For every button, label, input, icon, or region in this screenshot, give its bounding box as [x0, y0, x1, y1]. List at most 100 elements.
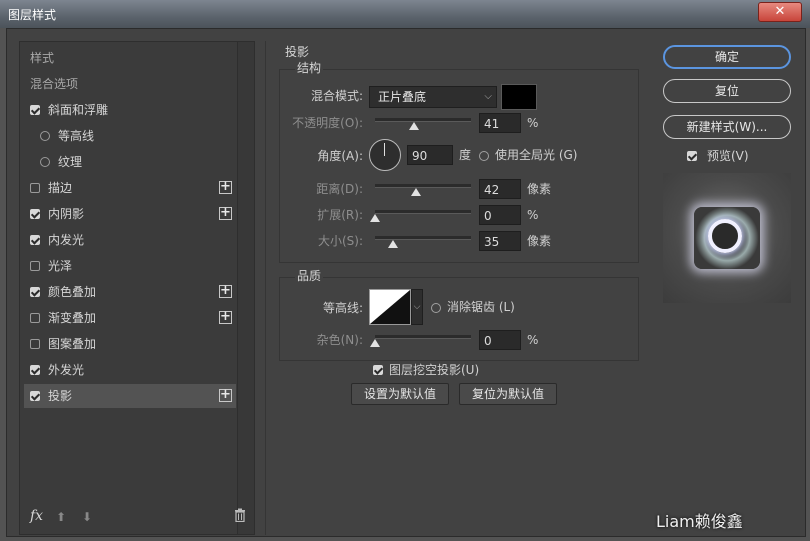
fx-icon[interactable]: fx [30, 508, 43, 524]
preview-thumbnail [694, 207, 760, 269]
checkbox-satin[interactable] [30, 261, 40, 271]
style-item-gradient-overlay[interactable]: 渐变叠加 + [24, 306, 236, 330]
new-style-button[interactable]: 新建样式(W)... [663, 115, 791, 139]
close-icon: ✕ [774, 4, 786, 19]
style-item-drop-shadow[interactable]: 投影 + [24, 384, 236, 408]
add-inner-shadow-icon[interactable]: + [219, 206, 232, 220]
knockout-checkbox[interactable] [373, 365, 383, 375]
add-drop-shadow-icon[interactable]: + [219, 388, 232, 402]
chevron-down-icon: ⌵ [484, 91, 492, 102]
style-item-stroke[interactable]: 描边 + [24, 176, 236, 200]
checkbox-outer-glow[interactable] [30, 365, 40, 375]
style-item-label: 描边 [48, 181, 73, 195]
checkbox-color-overlay[interactable] [30, 287, 40, 297]
angle-input[interactable]: 90 [407, 145, 453, 165]
trash-icon[interactable] [234, 508, 246, 522]
global-light-label[interactable]: 使用全局光 (G) [495, 144, 577, 166]
style-item-label: 颜色叠加 [48, 285, 97, 299]
style-item-label: 内发光 [48, 233, 85, 247]
contour-label: 等高线: [322, 301, 363, 315]
style-item-satin[interactable]: 光泽 [24, 254, 236, 278]
style-item-outer-glow[interactable]: 外发光 [24, 358, 236, 382]
style-item-label: 纹理 [58, 155, 83, 169]
global-light-checkbox[interactable] [479, 151, 489, 161]
contour-curve-icon [370, 290, 410, 324]
panel-title: 投影 [285, 45, 310, 59]
spread-slider[interactable] [375, 210, 471, 214]
quality-title: 品质 [295, 267, 324, 284]
style-item-label: 斜面和浮雕 [48, 103, 109, 117]
styles-scrollbar[interactable] [237, 42, 254, 534]
size-slider-thumb[interactable] [388, 240, 398, 248]
antialias-label[interactable]: 消除锯齿 (L) [447, 296, 515, 318]
antialias-checkbox[interactable] [431, 303, 441, 313]
checkbox-drop-shadow[interactable] [30, 391, 40, 401]
opacity-input[interactable]: 41 [479, 113, 521, 133]
spread-label: 扩展(R): [317, 208, 363, 222]
noise-slider[interactable] [375, 335, 471, 339]
opacity-slider-thumb[interactable] [409, 122, 420, 130]
opacity-unit: % [527, 116, 539, 130]
structure-title: 结构 [295, 59, 324, 76]
noise-unit: % [527, 333, 539, 347]
move-up-icon[interactable]: ⬆ [56, 510, 66, 524]
style-item-pattern-overlay[interactable]: 图案叠加 [24, 332, 236, 356]
reset-default-button[interactable]: 复位为默认值 [459, 383, 557, 405]
styles-list: 样式 混合选项 斜面和浮雕 等高线 纹理 描边 + 内阴影 + 内发光 光泽 颜… [19, 41, 255, 535]
checkbox-contour[interactable] [40, 131, 50, 141]
styles-header[interactable]: 样式 [24, 46, 242, 70]
shadow-color-swatch[interactable] [501, 84, 537, 110]
checkbox-inner-shadow[interactable] [30, 209, 40, 219]
add-color-overlay-icon[interactable]: + [219, 284, 232, 298]
style-item-bevel-emboss[interactable]: 斜面和浮雕 [24, 98, 236, 122]
opacity-slider[interactable] [375, 118, 471, 122]
size-input[interactable]: 35 [479, 231, 521, 251]
contour-picker[interactable] [369, 289, 411, 325]
checkbox-texture[interactable] [40, 157, 50, 167]
spread-input[interactable]: 0 [479, 205, 521, 225]
distance-slider-thumb[interactable] [411, 188, 421, 196]
preview-label[interactable]: 预览(V) [707, 147, 749, 164]
title-bar: 图层样式 ✕ [0, 0, 810, 28]
checkbox-inner-glow[interactable] [30, 235, 40, 245]
distance-input[interactable]: 42 [479, 179, 521, 199]
noise-slider-thumb[interactable] [370, 339, 380, 347]
checkbox-stroke[interactable] [30, 183, 40, 193]
style-item-color-overlay[interactable]: 颜色叠加 + [24, 280, 236, 304]
reset-button[interactable]: 复位 [663, 79, 791, 103]
blend-mode-value: 正片叠底 [378, 90, 427, 104]
panel-divider [265, 41, 266, 535]
noise-label: 杂色(N): [316, 333, 363, 347]
spread-slider-thumb[interactable] [370, 214, 380, 222]
distance-unit: 像素 [527, 182, 552, 196]
style-item-label: 等高线 [58, 129, 95, 143]
move-down-icon[interactable]: ⬇ [82, 510, 92, 524]
close-button[interactable]: ✕ [758, 2, 802, 22]
chevron-down-icon: ⌵ [413, 302, 421, 312]
noise-input[interactable]: 0 [479, 330, 521, 350]
checkbox-bevel-emboss[interactable] [30, 105, 40, 115]
checkbox-pattern-overlay[interactable] [30, 339, 40, 349]
angle-dial[interactable] [369, 139, 401, 171]
preview-checkbox[interactable] [687, 151, 697, 161]
style-item-texture[interactable]: 纹理 [24, 150, 236, 174]
add-stroke-icon[interactable]: + [219, 180, 232, 194]
add-gradient-overlay-icon[interactable]: + [219, 310, 232, 324]
style-item-inner-glow[interactable]: 内发光 [24, 228, 236, 252]
blend-mode-select[interactable]: 正片叠底 ⌵ [369, 86, 497, 108]
style-item-label: 内阴影 [48, 207, 85, 221]
style-item-label: 光泽 [48, 259, 73, 273]
distance-slider[interactable] [375, 184, 471, 188]
style-item-inner-shadow[interactable]: 内阴影 + [24, 202, 236, 226]
size-label: 大小(S): [317, 234, 363, 248]
knockout-label[interactable]: 图层挖空投影(U) [389, 359, 479, 381]
contour-dropdown[interactable]: ⌵ [411, 289, 423, 325]
set-default-button[interactable]: 设置为默认值 [351, 383, 449, 405]
blend-mode-label: 混合模式: [310, 89, 363, 103]
style-item-contour[interactable]: 等高线 [24, 124, 236, 148]
opacity-label: 不透明度(O): [292, 116, 363, 130]
ok-button[interactable]: 确定 [663, 45, 791, 69]
checkbox-gradient-overlay[interactable] [30, 313, 40, 323]
style-item-label: 渐变叠加 [48, 311, 97, 325]
blending-options-item[interactable]: 混合选项 [24, 72, 242, 96]
